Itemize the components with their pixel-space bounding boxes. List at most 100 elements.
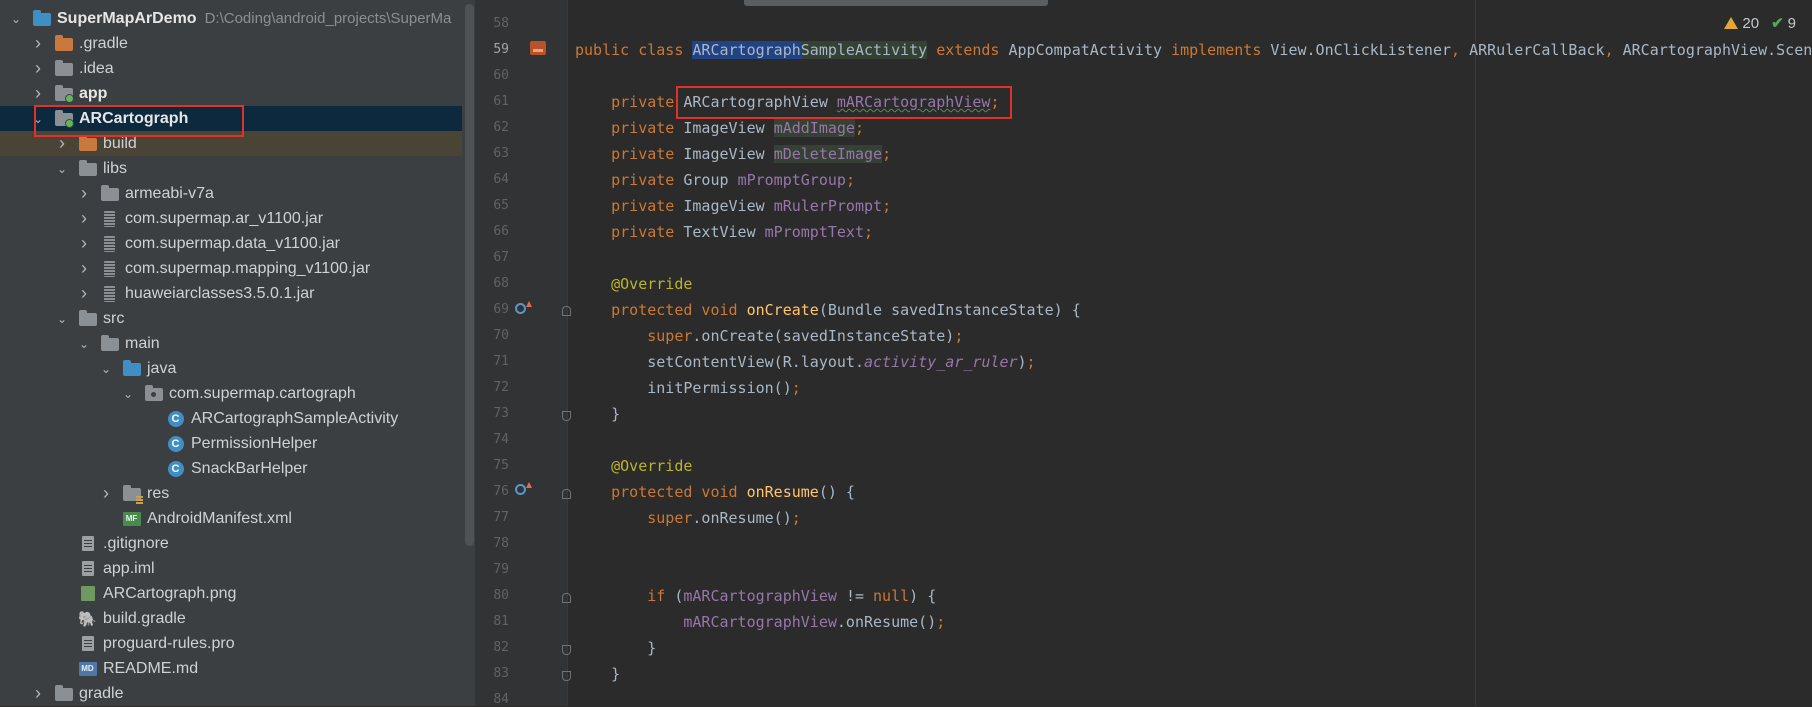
code-line[interactable]: mARCartographView.onResume(); (575, 609, 945, 635)
folder-grey-icon (100, 185, 119, 202)
tree-item[interactable]: ARCartograph.png (0, 581, 464, 606)
code-token: ; (936, 613, 946, 631)
tree-item[interactable]: › com.supermap.ar_v1100.jar (0, 206, 464, 231)
tree-item[interactable]: › res (0, 481, 464, 506)
tree-scrollbar-thumb[interactable] (465, 4, 474, 546)
code-token: super (647, 509, 693, 527)
chevron-down-icon[interactable]: ⌄ (78, 337, 90, 351)
chevron-right-icon[interactable]: › (32, 683, 44, 704)
tree-item[interactable]: › com.supermap.mapping_v1100.jar (0, 256, 464, 281)
chevron-right-icon[interactable]: › (78, 183, 90, 204)
chevron-right-icon[interactable]: › (78, 283, 90, 304)
tree-item[interactable]: MD README.md (0, 656, 464, 681)
tree-item[interactable]: ⌄ libs (0, 156, 464, 181)
code-line[interactable]: private TextView mPromptText; (575, 219, 873, 245)
chevron-right-icon[interactable]: › (32, 83, 44, 104)
line-number: 81 (493, 614, 509, 629)
class-icon: C (166, 410, 185, 427)
chevron-down-icon[interactable]: ⌄ (100, 362, 112, 376)
tree-item[interactable]: ⌄ main (0, 331, 464, 356)
tree-item[interactable]: app.iml (0, 556, 464, 581)
warning-count: 20 (1742, 14, 1760, 32)
tree-item[interactable]: ⌄ src (0, 306, 464, 331)
tree-item[interactable]: › gradle (0, 681, 464, 706)
chevron-right-icon[interactable]: › (100, 483, 112, 504)
tree-item[interactable]: › app (0, 81, 464, 106)
inspections-widget[interactable]: 20 ✔ 9 (1724, 14, 1796, 32)
code-token: activity_ar_ruler (863, 353, 1018, 371)
line-number: 78 (493, 536, 509, 551)
code-token: onResume (746, 483, 819, 501)
code-line[interactable]: super.onCreate(savedInstanceState); (575, 323, 963, 349)
line-number: 73 (493, 406, 509, 421)
tree-item-label: ARCartographSampleActivity (191, 409, 399, 427)
code-token: ImageView (683, 119, 774, 137)
override-method-icon[interactable] (515, 484, 526, 495)
code-line[interactable]: @Override (575, 271, 692, 297)
tree-item-label: ARCartograph.png (103, 584, 237, 602)
fold-marker-icon[interactable] (562, 645, 571, 655)
code-line[interactable]: private ImageView mRulerPrompt; (575, 193, 891, 219)
code-line[interactable]: private ImageView mDeleteImage; (575, 141, 891, 167)
class-run-icon[interactable] (530, 41, 546, 55)
tree-item[interactable]: C SnackBarHelper (0, 456, 464, 481)
tree-item[interactable]: .gitignore (0, 531, 464, 556)
code-line[interactable]: @Override (575, 453, 692, 479)
code-line[interactable]: } (575, 401, 620, 427)
line-number: 67 (493, 250, 509, 265)
tree-item[interactable]: C PermissionHelper (0, 431, 464, 456)
chevron-right-icon[interactable]: › (78, 233, 90, 254)
chevron-right-icon[interactable]: › (32, 58, 44, 79)
code-token: ; (882, 145, 892, 163)
code-line[interactable]: super.onResume(); (575, 505, 801, 531)
fold-marker-icon[interactable] (562, 593, 571, 603)
code-line[interactable]: initPermission(); (575, 375, 801, 401)
chevron-right-icon[interactable]: › (78, 208, 90, 229)
code-token: mDeleteImage (773, 145, 883, 163)
tree-item[interactable]: ⌄ SuperMapArDemo D:\Coding\android_project… (0, 6, 464, 31)
tree-item[interactable]: › .idea (0, 56, 464, 81)
chevron-down-icon[interactable]: ⌄ (56, 162, 68, 176)
tree-item[interactable]: proguard-rules.pro (0, 631, 464, 656)
chevron-right-icon[interactable]: › (32, 33, 44, 54)
code-line[interactable]: } (575, 661, 620, 687)
line-number: 64 (493, 172, 509, 187)
class-icon: C (166, 460, 185, 477)
chevron-right-icon[interactable]: › (78, 258, 90, 279)
tree-item[interactable]: › .gradle (0, 31, 464, 56)
chevron-down-icon[interactable]: ⌄ (10, 12, 22, 26)
code-line[interactable]: protected void onCreate(Bundle savedInst… (575, 297, 1081, 323)
tree-item-label: huaweiarclasses3.5.0.1.jar (125, 284, 315, 302)
fold-marker-icon[interactable] (562, 411, 571, 421)
code-line[interactable]: } (575, 635, 656, 661)
tree-scrollbar[interactable] (462, 0, 475, 706)
code-token: ; (854, 119, 864, 137)
fold-marker-icon[interactable] (562, 489, 571, 499)
warning-icon (1724, 17, 1739, 29)
tree-item[interactable]: ⌄ java (0, 356, 464, 381)
tree-item[interactable]: C ARCartographSampleActivity (0, 406, 464, 431)
tree-item[interactable]: › armeabi-v7a (0, 181, 464, 206)
fold-marker-icon[interactable] (562, 306, 571, 316)
tree-item[interactable]: 🐘 build.gradle (0, 606, 464, 631)
code-line[interactable]: protected void onResume() { (575, 479, 855, 505)
tree-item[interactable]: › com.supermap.data_v1100.jar (0, 231, 464, 256)
tree-item[interactable]: MF AndroidManifest.xml (0, 506, 464, 531)
code-line[interactable]: if (mARCartographView != null) { (575, 583, 936, 609)
chevron-down-icon[interactable]: ⌄ (122, 387, 134, 401)
code-line[interactable]: private Group mPromptGroup; (575, 167, 855, 193)
chevron-down-icon[interactable]: ⌄ (56, 312, 68, 326)
tree-item[interactable]: › huaweiarclasses3.5.0.1.jar (0, 281, 464, 306)
code-token: } (575, 639, 657, 657)
override-method-icon[interactable] (515, 303, 526, 314)
line-number: 71 (493, 354, 509, 369)
horizontal-scrollbar-thumb[interactable] (744, 0, 1048, 6)
fold-marker-icon[interactable] (562, 671, 571, 681)
tree-item[interactable]: ⌄ com.supermap.cartograph (0, 381, 464, 406)
code-line[interactable]: public class ARCartographSampleActivity … (575, 37, 1812, 63)
tree-item-label: res (147, 484, 170, 502)
code-line[interactable]: setContentView(R.layout.activity_ar_rule… (575, 349, 1035, 375)
